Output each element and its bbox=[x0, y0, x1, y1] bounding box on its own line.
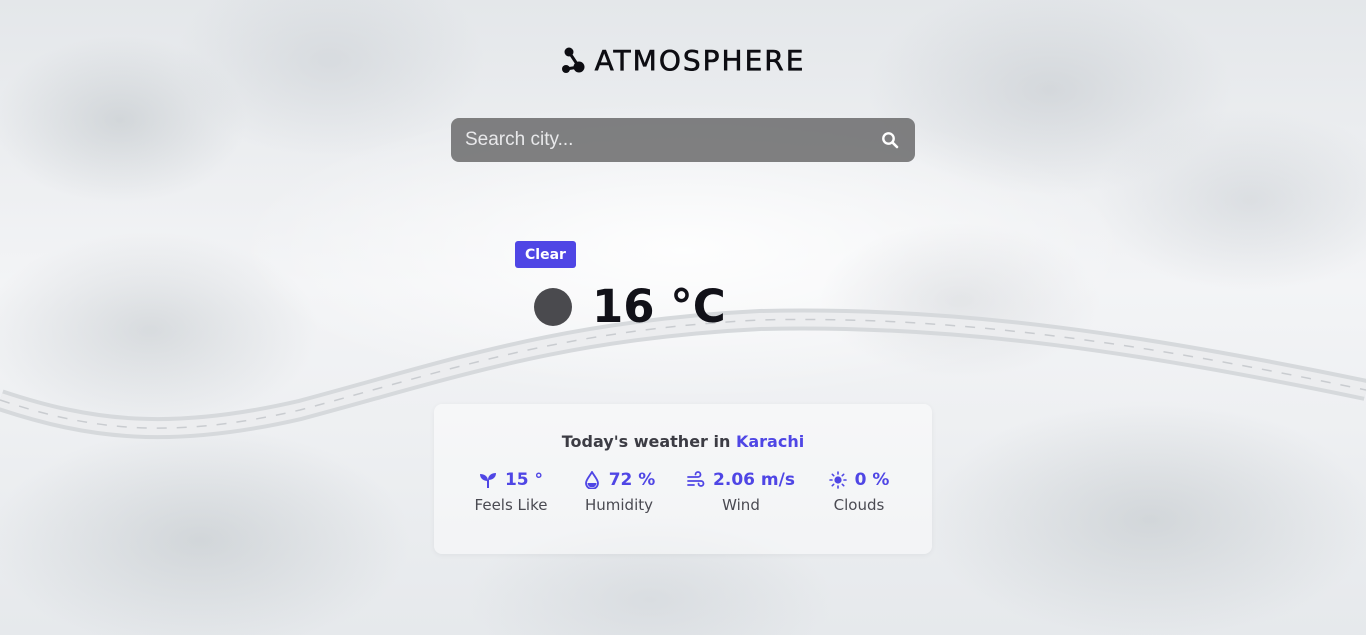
app-header: ATMOSPHERE bbox=[0, 44, 1366, 77]
search-button[interactable] bbox=[879, 129, 901, 151]
humidity-value: 72 % bbox=[608, 470, 656, 490]
weather-condition-icon bbox=[534, 287, 572, 326]
current-weather: 16 °C bbox=[534, 280, 726, 333]
wind-icon bbox=[687, 471, 705, 487]
wind-value: 2.06 m/s bbox=[713, 470, 795, 490]
search-icon bbox=[882, 132, 899, 149]
stat-wind: 2.06 m/s Wind bbox=[686, 470, 796, 514]
feels-like-label: Feels Like bbox=[474, 496, 548, 514]
clouds-label: Clouds bbox=[833, 496, 885, 514]
details-card: Today's weather in Karachi 15 ° Feels Li… bbox=[434, 404, 932, 554]
clouds-value: 0 % bbox=[854, 470, 890, 490]
feels-like-value: 15 ° bbox=[504, 470, 544, 490]
sprout-icon bbox=[479, 473, 496, 488]
details-title-prefix: Today's weather in bbox=[561, 432, 731, 451]
stat-feels-like: 15 ° Feels Like bbox=[466, 470, 556, 514]
current-temperature: 16 °C bbox=[592, 280, 726, 333]
condition-badge: Clear bbox=[515, 241, 576, 268]
brand-name: ATMOSPHERE bbox=[594, 44, 806, 78]
molecule-icon bbox=[561, 47, 585, 73]
search-input[interactable] bbox=[463, 128, 879, 152]
details-title: Today's weather in Karachi bbox=[434, 432, 932, 451]
city-name: Karachi bbox=[735, 432, 805, 451]
droplet-icon bbox=[584, 471, 599, 489]
stat-humidity: 72 % Humidity bbox=[574, 470, 664, 514]
sun-icon bbox=[828, 471, 847, 489]
humidity-label: Humidity bbox=[584, 496, 653, 514]
search-bar bbox=[451, 118, 915, 162]
wind-label: Wind bbox=[722, 496, 760, 514]
stat-clouds: 0 % Clouds bbox=[814, 470, 904, 514]
